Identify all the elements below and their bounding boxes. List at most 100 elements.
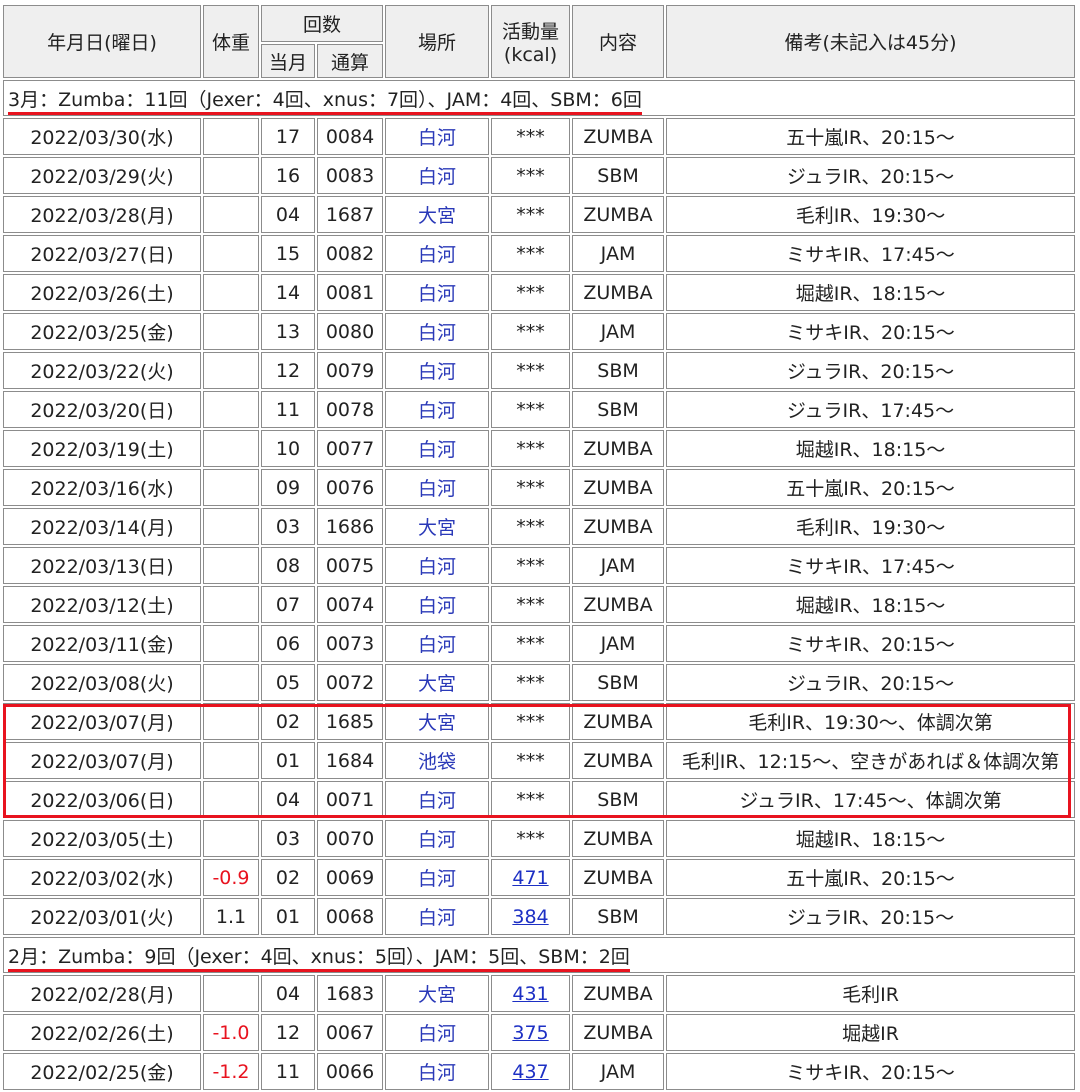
cell-count-total: 0078 (317, 391, 384, 428)
cell-content: SBM (572, 352, 665, 389)
cell-place: 白河 (385, 781, 490, 818)
cell-place: 白河 (385, 235, 490, 272)
cell-memo: 堀越IR (666, 1014, 1075, 1051)
table-row: 2022/03/14(月) 03 1686 大宮 *** ZUMBA 毛利IR、19:30～ (3, 508, 1075, 545)
cell-count-total: 0073 (317, 625, 384, 662)
cell-place: 大宮 (385, 196, 490, 233)
cell-count-month: 13 (261, 313, 315, 350)
cell-count-total: 0083 (317, 157, 384, 194)
cell-date: 2022/03/08(火) (3, 664, 201, 701)
cell-place: 大宮 (385, 703, 490, 740)
cell-weight: 1.1 (203, 898, 259, 935)
cell-weight: -1.2 (203, 1053, 259, 1090)
cell-memo: ミサキIR、20:15～ (666, 1053, 1075, 1090)
header-count-month: 当月 (261, 44, 315, 78)
table-row: 2022/03/13(日) 08 0075 白河 *** JAM ミサキIR、17:45～ (3, 547, 1075, 584)
cell-date: 2022/03/22(火) (3, 352, 201, 389)
month-summary-row: 2月：Zumba：9回（Jexer：4回、xnus：5回）、JAM：5回、SBM… (3, 937, 1075, 973)
kcal-link[interactable]: 471 (512, 867, 548, 889)
cell-count-month: 09 (261, 469, 315, 506)
table-header: 年月日(曜日) 体重 回数 場所 活動量 (kcal) 内容 備考(未記入は45分… (3, 5, 1075, 78)
cell-count-month: 14 (261, 274, 315, 311)
table-row: 2022/03/02(水) -0.9 02 0069 白河 471 ZUMBA 五十嵐IR、2… (3, 859, 1075, 896)
cell-place: 大宮 (385, 975, 490, 1012)
cell-count-total: 0074 (317, 586, 384, 623)
cell-content: ZUMBA (572, 469, 665, 506)
header-count-total: 通算 (317, 44, 384, 78)
table-row: 2022/03/19(土) 10 0077 白河 *** ZUMBA 堀越IR、18:15～ (3, 430, 1075, 467)
header-content: 内容 (572, 5, 665, 78)
cell-content: ZUMBA (572, 118, 665, 155)
cell-place: 白河 (385, 1014, 490, 1051)
cell-kcal: *** (491, 196, 571, 233)
cell-date: 2022/02/28(月) (3, 975, 201, 1012)
cell-memo: ミサキIR、20:15～ (666, 625, 1075, 662)
cell-kcal: *** (491, 508, 571, 545)
cell-date: 2022/03/01(火) (3, 898, 201, 935)
cell-content: ZUMBA (572, 196, 665, 233)
cell-memo: ミサキIR、17:45～ (666, 547, 1075, 584)
cell-content: ZUMBA (572, 1014, 665, 1051)
cell-count-month: 11 (261, 1053, 315, 1090)
kcal-link[interactable]: 384 (512, 906, 548, 928)
kcal-link[interactable]: 375 (512, 1022, 548, 1044)
table-row: 2022/03/26(土) 14 0081 白河 *** ZUMBA 堀越IR、18:15～ (3, 274, 1075, 311)
cell-kcal: 431 (491, 975, 571, 1012)
header-memo: 備考(未記入は45分) (666, 5, 1075, 78)
cell-kcal: *** (491, 118, 571, 155)
table-row: 2022/03/29(火) 16 0083 白河 *** SBM ジュラIR、20:15～ (3, 157, 1075, 194)
kcal-link[interactable]: 431 (512, 983, 548, 1005)
cell-count-month: 02 (261, 859, 315, 896)
table-row: 2022/03/20(日) 11 0078 白河 *** SBM ジュラIR、17:45～ (3, 391, 1075, 428)
cell-weight (203, 157, 259, 194)
cell-count-total: 0080 (317, 313, 384, 350)
cell-count-month: 12 (261, 352, 315, 389)
cell-count-month: 05 (261, 664, 315, 701)
cell-date: 2022/03/02(水) (3, 859, 201, 896)
cell-count-month: 11 (261, 391, 315, 428)
cell-place: 白河 (385, 352, 490, 389)
table-row: 2022/03/08(火) 05 0072 大宮 *** SBM ジュラIR、20:15～ (3, 664, 1075, 701)
cell-date: 2022/02/25(金) (3, 1053, 201, 1090)
cell-count-total: 0069 (317, 859, 384, 896)
cell-weight: -0.9 (203, 859, 259, 896)
cell-date: 2022/03/25(金) (3, 313, 201, 350)
cell-count-month: 06 (261, 625, 315, 662)
cell-kcal: 437 (491, 1053, 571, 1090)
cell-content: SBM (572, 781, 665, 818)
cell-count-month: 07 (261, 586, 315, 623)
cell-place: 白河 (385, 274, 490, 311)
cell-date: 2022/03/07(月) (3, 742, 201, 779)
cell-count-total: 0077 (317, 430, 384, 467)
cell-content: JAM (572, 235, 665, 272)
month-summary-row: 3月：Zumba：11回（Jexer：4回、xnus：7回）、JAM：4回、SB… (3, 80, 1075, 116)
cell-memo: 毛利IR、19:30～、体調次第 (666, 703, 1075, 740)
table-row: 2022/03/22(火) 12 0079 白河 *** SBM ジュラIR、20:15～ (3, 352, 1075, 389)
cell-kcal: *** (491, 742, 571, 779)
cell-memo: ジュラIR、20:15～ (666, 157, 1075, 194)
cell-date: 2022/03/07(月) (3, 703, 201, 740)
table-row: 2022/03/01(火) 1.1 01 0068 白河 384 SBM ジュラIR、20:1… (3, 898, 1075, 935)
table-row: 2022/03/30(水) 17 0084 白河 *** ZUMBA 五十嵐IR、20:15… (3, 118, 1075, 155)
cell-date: 2022/03/30(水) (3, 118, 201, 155)
cell-count-total: 0072 (317, 664, 384, 701)
table-row: 2022/03/25(金) 13 0080 白河 *** JAM ミサキIR、20:15～ (3, 313, 1075, 350)
cell-kcal: 471 (491, 859, 571, 896)
cell-memo: 毛利IR、19:30～ (666, 508, 1075, 545)
cell-weight: -1.0 (203, 1014, 259, 1051)
cell-count-month: 02 (261, 703, 315, 740)
kcal-link[interactable]: 437 (512, 1061, 548, 1083)
cell-weight (203, 742, 259, 779)
cell-kcal: *** (491, 235, 571, 272)
cell-weight (203, 781, 259, 818)
activity-log-table: 年月日(曜日) 体重 回数 場所 活動量 (kcal) 内容 備考(未記入は45分… (1, 3, 1077, 1092)
cell-place: 白河 (385, 391, 490, 428)
cell-memo: 堀越IR、18:15～ (666, 430, 1075, 467)
header-count: 回数 (261, 5, 384, 42)
cell-kcal: *** (491, 430, 571, 467)
table-row: 2022/03/07(月) 01 1684 池袋 *** ZUMBA 毛利IR、12:15～… (3, 742, 1075, 779)
table-row: 2022/03/12(土) 07 0074 白河 *** ZUMBA 堀越IR、18:15～ (3, 586, 1075, 623)
cell-memo: 五十嵐IR、20:15～ (666, 859, 1075, 896)
cell-date: 2022/03/19(土) (3, 430, 201, 467)
table-row: 2022/03/27(日) 15 0082 白河 *** JAM ミサキIR、17:45～ (3, 235, 1075, 272)
